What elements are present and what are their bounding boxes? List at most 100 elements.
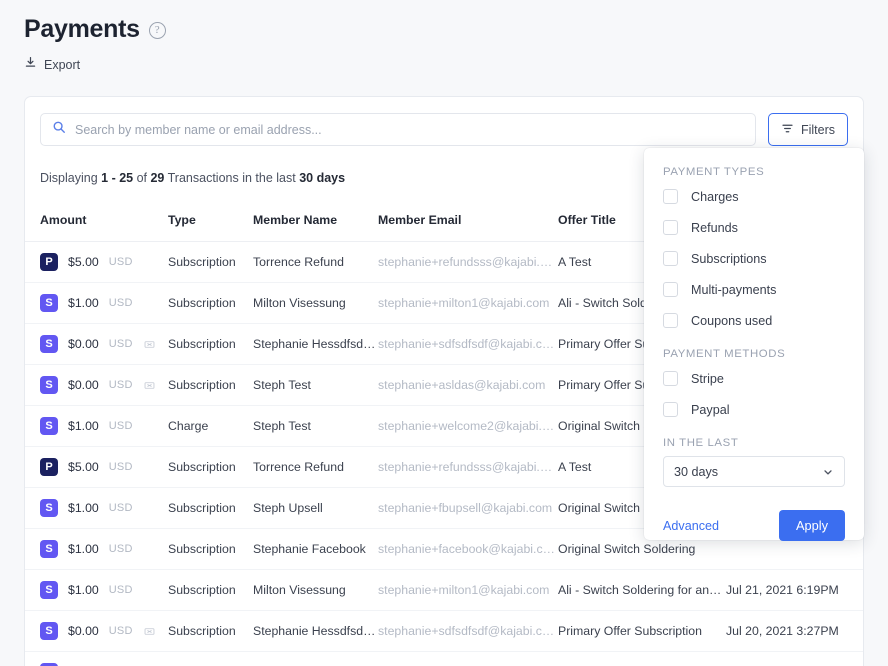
cell-type: Subscription: [168, 487, 253, 529]
cell-member-name: Stephanie Hessdfsdfsd: [253, 323, 378, 365]
table-row[interactable]: S $0.00 USD Subscription Stephanie Hessdfsdf…: [25, 610, 863, 652]
checkbox-icon[interactable]: [663, 371, 678, 386]
cell-type: Subscription: [168, 282, 253, 324]
checkbox-icon[interactable]: [663, 189, 678, 204]
stripe-icon: S: [40, 417, 58, 435]
checkbox-icon[interactable]: [663, 220, 678, 235]
summary-middle: Transactions in the last: [164, 171, 300, 185]
cell-member-email: stephanie+facebook@kajabi.com: [378, 528, 558, 570]
amount-value: $5.00: [68, 460, 99, 474]
cell-member-email: stephanie+welcome2@kajabi.com: [378, 405, 558, 447]
cell-member-email: stephanie+sdfsdfsdf@kajabi.com: [378, 610, 558, 652]
payment-methods-list: Stripe Paypal: [663, 363, 845, 425]
advanced-link[interactable]: Advanced: [663, 519, 719, 533]
period-select[interactable]: 30 days60 days90 daysAll time: [663, 456, 845, 487]
filters-button[interactable]: Filters: [767, 113, 848, 146]
cell-amount: S $0.00 USD: [25, 364, 168, 406]
search-icon: [52, 120, 66, 139]
cell-member-name: Stephanie Hessdfsdfsd: [253, 610, 378, 652]
column-header-amount[interactable]: Amount: [25, 207, 168, 242]
filters-panel: PAYMENT TYPES Charges Refunds Subscription…: [644, 148, 864, 541]
cell-member-email: stephanie+sdfsdfsdf@kajabi.com: [378, 323, 558, 365]
stripe-icon: S: [40, 581, 58, 599]
checkbox-label: Coupons used: [691, 313, 773, 328]
cell-type: Subscription: [168, 528, 253, 570]
apply-button[interactable]: Apply: [778, 510, 845, 541]
stripe-icon: S: [40, 376, 58, 394]
download-icon: [24, 56, 37, 74]
payment-types-title: PAYMENT TYPES: [663, 166, 765, 178]
cell-amount: S $1.00 USD: [25, 487, 168, 529]
amount-value: $1.00: [68, 501, 99, 515]
amount-currency: USD: [108, 461, 133, 473]
cell-amount: S $1.00 USD: [25, 528, 168, 570]
checkbox-icon[interactable]: [663, 282, 678, 297]
cell-type: Subscription: [168, 323, 253, 365]
filter-type-charges[interactable]: Charges: [663, 181, 845, 212]
summary-period: 30 days: [299, 171, 346, 185]
cell-offer-title: Primary Offer Subscription: [558, 651, 726, 666]
stripe-icon: S: [40, 294, 58, 312]
amount-value: $5.00: [68, 255, 99, 269]
cell-member-name: Steph Test: [253, 364, 378, 406]
checkbox-label: Subscriptions: [691, 251, 767, 266]
cell-type: Subscription: [168, 364, 253, 406]
cell-amount: S $1.00 USD: [25, 569, 168, 611]
search-box[interactable]: [40, 113, 756, 146]
filter-type-refunds[interactable]: Refunds: [663, 212, 845, 243]
cell-amount: P $5.00 USD: [25, 446, 168, 488]
title-row: Payments ?: [24, 14, 166, 44]
amount-value: $1.00: [68, 583, 99, 597]
column-header-member-email[interactable]: Member Email: [378, 207, 558, 242]
filter-type-subscriptions[interactable]: Subscriptions: [663, 243, 845, 274]
cell-type: Charge: [168, 405, 253, 447]
amount-value: $0.00: [68, 337, 99, 351]
cell-type: Subscription: [168, 241, 253, 283]
amount-currency: USD: [108, 502, 133, 514]
payments-page: Payments ? Export Search by member name …: [0, 0, 888, 666]
checkbox-icon[interactable]: [663, 402, 678, 417]
amount-currency: USD: [108, 379, 133, 391]
amount-currency: USD: [108, 625, 133, 637]
period-select-wrap: 30 days60 days90 daysAll time: [663, 456, 845, 487]
amount-currency: USD: [108, 543, 133, 555]
cell-amount: S $1.00 USD: [25, 405, 168, 447]
amount-currency: USD: [108, 584, 133, 596]
cell-member-email: stephanie+fbupsell@kajabi.com: [378, 487, 558, 529]
filter-method-paypal[interactable]: Paypal: [663, 394, 845, 425]
column-header-type[interactable]: Type: [168, 207, 253, 242]
table-row[interactable]: S$0.00USDSubscriptionSteph Teststephanie…: [25, 651, 863, 666]
amount-value: $1.00: [68, 542, 99, 556]
export-button[interactable]: Export: [24, 56, 166, 74]
cell-member-email: stephanie+asldas@kajabi.com: [378, 651, 558, 666]
checkbox-label: Refunds: [691, 220, 738, 235]
cell-date: Jul 20, 2021 3:16PM: [726, 651, 863, 666]
amount-value: $0.00: [68, 378, 99, 392]
cell-type: Subscription: [168, 569, 253, 611]
page-title: Payments: [24, 15, 140, 43]
filter-type-coupons-used[interactable]: Coupons used: [663, 305, 845, 336]
cell-member-name: Steph Test: [253, 405, 378, 447]
column-header-member-name[interactable]: Member Name: [253, 207, 378, 242]
cell-type: Subscription: [168, 446, 253, 488]
cell-member-name: Steph Upsell: [253, 487, 378, 529]
summary-prefix: Displaying: [40, 171, 102, 185]
search-input[interactable]: [75, 122, 744, 137]
checkbox-icon[interactable]: [663, 313, 678, 328]
cell-type: Subscription: [168, 610, 253, 652]
paypal-icon: P: [40, 458, 58, 476]
filter-method-stripe[interactable]: Stripe: [663, 363, 845, 394]
filter-type-multi-payments[interactable]: Multi-payments: [663, 274, 845, 305]
cell-amount: S $1.00 USD: [25, 282, 168, 324]
checkbox-label: Multi-payments: [691, 282, 777, 297]
checkbox-icon[interactable]: [663, 251, 678, 266]
question-circle-icon[interactable]: ?: [148, 22, 166, 39]
cell-date: Jul 21, 2021 6:19PM: [726, 569, 863, 611]
table-row[interactable]: S $1.00 USD Subscription Milton Visessung ste…: [25, 569, 863, 611]
summary-range: 1 - 25: [101, 171, 134, 185]
cell-type: Subscription: [168, 651, 253, 666]
cell-member-name: Milton Visessung: [253, 282, 378, 324]
amount-currency: USD: [108, 256, 133, 268]
cell-member-name: Steph Test: [253, 651, 378, 666]
amount-value: $1.00: [68, 296, 99, 310]
